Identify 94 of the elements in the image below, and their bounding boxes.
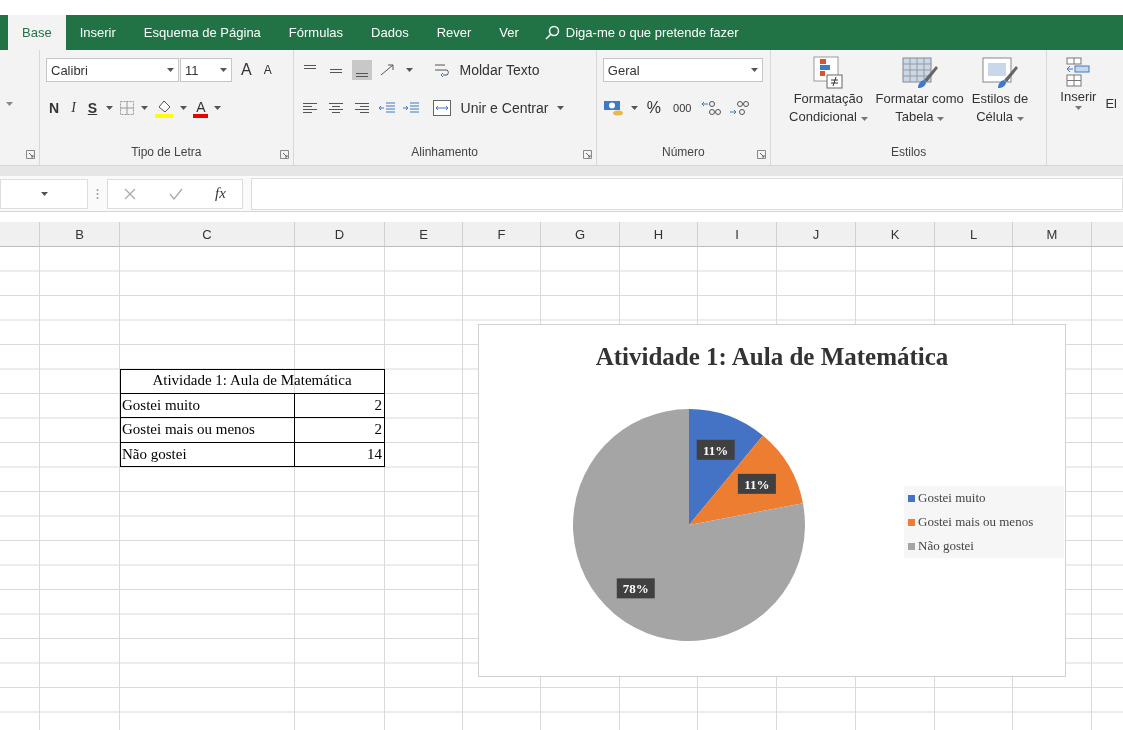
caret-icon (1074, 106, 1082, 110)
ribbon-tab[interactable]: Fórmulas (274, 15, 358, 50)
data-label: 11% (703, 442, 729, 458)
column-header[interactable]: L (935, 222, 1013, 247)
column-header[interactable]: C (120, 222, 295, 247)
caret-icon (180, 106, 188, 110)
wrap-text-icon (432, 61, 451, 79)
styles-button[interactable]: Formatação Condicional (786, 90, 871, 126)
chart-area[interactable]: Atividade 1: Aula de Matemática 11% 11% 78% Gostei muito Gostei mais ou menos Não gostei (478, 324, 1066, 677)
dialog-launcher-icon[interactable] (756, 150, 766, 159)
group-label: Alinhamento (410, 145, 480, 161)
group-label: Tipo de Letra (130, 145, 203, 161)
ribbon-tab[interactable]: Inserir (65, 15, 130, 50)
column-header[interactable]: F (463, 222, 541, 247)
group-label: Estilos (889, 145, 928, 161)
column-header[interactable]: E (385, 222, 463, 247)
insert-button[interactable]: Inserir (1057, 88, 1100, 106)
decrease-decimal-icon[interactable] (728, 99, 751, 117)
percent-button[interactable]: % (643, 97, 665, 119)
table-cell: 2 (295, 393, 385, 418)
legend-label: Não gostei (918, 538, 974, 554)
styles-button[interactable]: Estilos de Célula (968, 90, 1032, 126)
caret-icon (214, 106, 222, 110)
ribbon-tab[interactable]: Esquema de Página (129, 15, 275, 50)
insert-cells-icon (1065, 56, 1092, 88)
shrink-font-button[interactable]: A (260, 61, 275, 79)
underline-button[interactable]: S (84, 98, 101, 118)
caret-icon (141, 106, 149, 110)
dialog-launcher-icon[interactable] (582, 150, 592, 159)
grow-font-button[interactable]: A (238, 59, 255, 81)
caret-icon (167, 68, 174, 72)
fill-color-icon[interactable] (154, 98, 175, 118)
borders-icon[interactable] (119, 100, 136, 116)
caret-icon (40, 191, 48, 196)
table-title: Atividade 1: Aula de Matemática (120, 369, 385, 394)
currency-icon[interactable] (602, 99, 625, 117)
chart-title: Atividade 1: Aula de Matemática (594, 343, 950, 371)
table-brush-icon (899, 56, 940, 90)
ribbon-tab[interactable]: Rever (422, 15, 486, 50)
ribbon-tab[interactable]: Base (8, 15, 66, 50)
table-cell: 2 (295, 418, 385, 443)
font-size-dropdown[interactable]: 11 (180, 58, 232, 82)
table-cell: Gostei mais ou menos (120, 418, 295, 443)
column-header[interactable]: B (40, 222, 120, 247)
ribbon-tab[interactable]: Ver (485, 15, 533, 50)
column-header[interactable]: M (1013, 222, 1092, 247)
caret-icon (405, 68, 413, 72)
table-cell: 14 (295, 442, 385, 467)
caret-icon (557, 106, 565, 110)
data-label: 11% (744, 476, 770, 492)
styles-button[interactable]: Formatar como Tabela (872, 90, 967, 126)
merge-center-button[interactable]: Unir e Centrar (457, 98, 552, 118)
ribbon-label: El (1105, 96, 1117, 113)
column-header[interactable]: H (620, 222, 698, 247)
caret-icon (106, 106, 114, 110)
legend-label: Gostei mais ou menos (918, 514, 1034, 530)
column-header[interactable]: I (698, 222, 777, 247)
insert-function-button[interactable]: fx (214, 185, 226, 202)
legend-label: Gostei muito (918, 490, 986, 506)
wrap-text-button[interactable]: Moldar Texto (456, 60, 543, 80)
caret-icon (220, 68, 227, 72)
check-icon[interactable] (168, 187, 183, 200)
search-icon (544, 25, 560, 40)
caret-icon (937, 117, 945, 121)
table-cell: Não gostei (120, 442, 295, 467)
ribbon-tab[interactable]: Dados (357, 15, 423, 50)
font-name-dropdown[interactable]: Calibri (46, 58, 179, 82)
data-label: 78% (616, 578, 655, 599)
align-bot-icon[interactable] (351, 60, 372, 80)
column-header[interactable]: J (777, 222, 856, 247)
caret-icon (750, 68, 758, 72)
column-header[interactable]: G (541, 222, 620, 247)
dialog-launcher-icon[interactable] (279, 150, 289, 159)
cell-style-brush-icon (979, 56, 1020, 90)
thousands-button[interactable]: 000 (670, 100, 695, 116)
italic-button[interactable]: I (68, 98, 79, 118)
caret-icon (630, 106, 638, 110)
caret-icon (1016, 117, 1024, 121)
drag-handle-icon (96, 187, 99, 200)
group-label: Número (661, 145, 706, 161)
number-format-dropdown[interactable]: Geral (602, 58, 763, 82)
table-cell: Gostei muito (120, 393, 295, 418)
bold-button[interactable]: N (46, 98, 63, 118)
caret-icon (860, 117, 868, 121)
increase-decimal-icon[interactable] (700, 99, 723, 117)
font-color-button[interactable]: A (193, 98, 209, 118)
column-header[interactable]: D (295, 222, 385, 247)
tell-me-field[interactable]: Diga-me o que pretende fazer (565, 25, 739, 40)
merge-cells-icon (431, 99, 452, 117)
data-label: 78% (622, 581, 649, 597)
formula-input[interactable] (251, 177, 1123, 210)
caret-icon (6, 102, 13, 106)
column-header[interactable]: K (856, 222, 935, 247)
dialog-launcher-icon[interactable] (26, 150, 35, 159)
